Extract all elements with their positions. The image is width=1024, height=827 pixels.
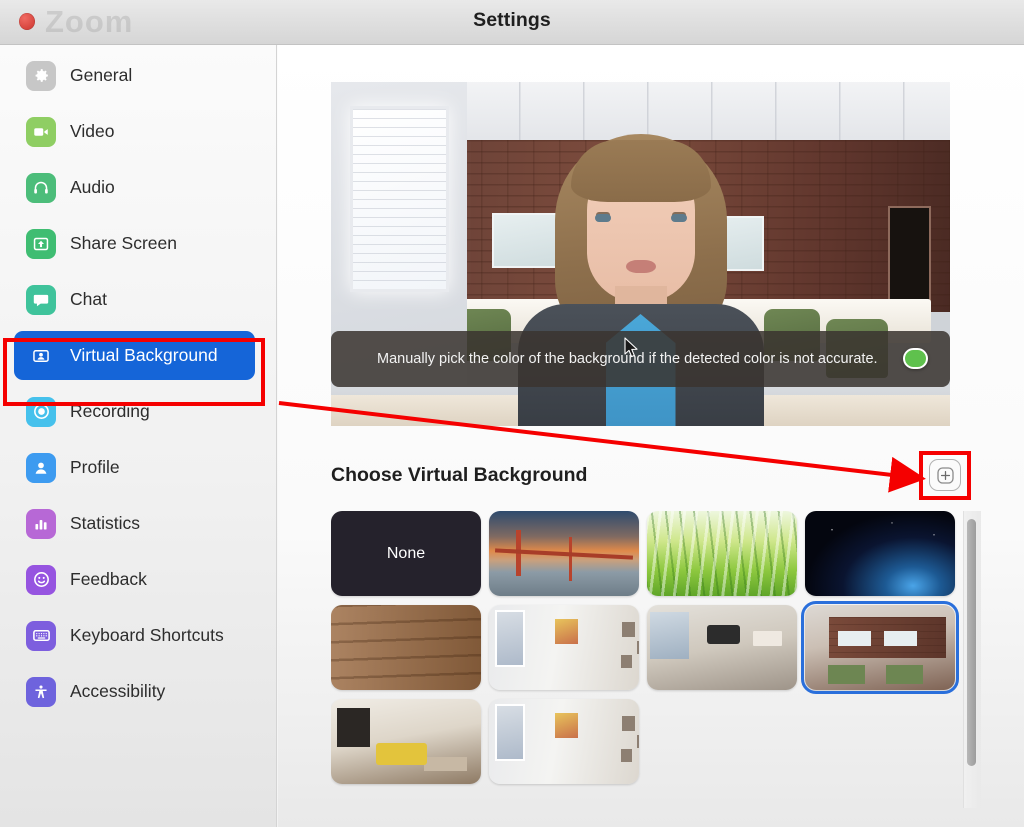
sidebar-item-label: Video [70, 121, 115, 141]
green-screen-color-hint: Manually pick the color of the backgroun… [331, 331, 950, 387]
sidebar-item-virtual-background[interactable]: Virtual Background [14, 331, 255, 380]
background-office[interactable] [647, 605, 797, 690]
title-bar: Zoom Settings [0, 0, 1024, 45]
sidebar-item-audio[interactable]: Audio [14, 163, 255, 212]
background-apartment-2[interactable] [489, 699, 639, 784]
add-background-button[interactable] [929, 459, 961, 491]
sidebar-item-chat[interactable]: Chat [14, 275, 255, 324]
smiley-face-icon [26, 564, 56, 595]
green-screen-hint-text: Manually pick the color of the backgroun… [377, 351, 878, 367]
background-apartment[interactable] [489, 605, 639, 690]
sidebar-item-label: Statistics [70, 513, 141, 533]
sidebar-item-accessibility[interactable]: Accessibility [14, 667, 255, 716]
sidebar-item-label: Recording [70, 401, 150, 421]
video-camera-icon [26, 116, 56, 147]
sidebar-item-label: Share Screen [70, 233, 178, 253]
person-icon [26, 452, 56, 483]
record-circle-icon [26, 396, 56, 427]
gear-icon [26, 60, 56, 91]
sidebar-item-general[interactable]: General [14, 51, 255, 100]
sidebar-item-label: Virtual Background [70, 345, 218, 365]
bar-chart-icon [26, 508, 56, 539]
background-none[interactable]: None [331, 511, 481, 596]
sidebar-item-share-screen[interactable]: Share Screen [14, 219, 255, 268]
settings-window: Zoom Settings General Video Audio Share Scr… [0, 0, 1024, 827]
choose-virtual-background-heading: Choose Virtual Background [331, 464, 588, 486]
share-screen-icon [26, 228, 56, 259]
person-card-icon [26, 340, 56, 371]
background-earth[interactable] [805, 511, 955, 596]
background-conference-room[interactable] [801, 601, 959, 694]
keyboard-icon [26, 620, 56, 651]
background-color-swatch[interactable] [903, 348, 928, 369]
sidebar-item-profile[interactable]: Profile [14, 443, 255, 492]
accessibility-icon [26, 676, 56, 707]
sidebar-item-keyboard-shortcuts[interactable]: Keyboard Shortcuts [14, 611, 255, 660]
settings-content-panel: Manually pick the color of the backgroun… [278, 45, 1024, 827]
sidebar-item-label: Feedback [70, 569, 147, 589]
background-thumbnail-label: None [386, 544, 426, 562]
background-grass[interactable] [647, 511, 797, 596]
sidebar-item-video[interactable]: Video [14, 107, 255, 156]
virtual-background-grid: None [331, 511, 961, 808]
background-grid-scrollbar-thumb[interactable] [967, 519, 976, 766]
sidebar-item-label: Profile [70, 457, 120, 477]
sidebar-item-label: Chat [70, 289, 107, 309]
headphones-icon [26, 172, 56, 203]
sidebar-item-feedback[interactable]: Feedback [14, 555, 255, 604]
background-living-room[interactable] [331, 699, 481, 784]
sidebar-item-label: Keyboard Shortcuts [70, 625, 224, 645]
chat-bubble-icon [26, 284, 56, 315]
background-wood[interactable] [331, 605, 481, 690]
sidebar-item-label: Accessibility [70, 681, 166, 701]
sidebar-item-statistics[interactable]: Statistics [14, 499, 255, 548]
settings-sidebar: General Video Audio Share Screen Chat Virtual… [0, 45, 277, 827]
sidebar-item-label: General [70, 65, 133, 85]
sidebar-item-recording[interactable]: Recording [14, 387, 255, 436]
sidebar-item-label: Audio [70, 177, 115, 197]
background-golden-gate[interactable] [489, 511, 639, 596]
page-title: Settings [473, 9, 551, 31]
